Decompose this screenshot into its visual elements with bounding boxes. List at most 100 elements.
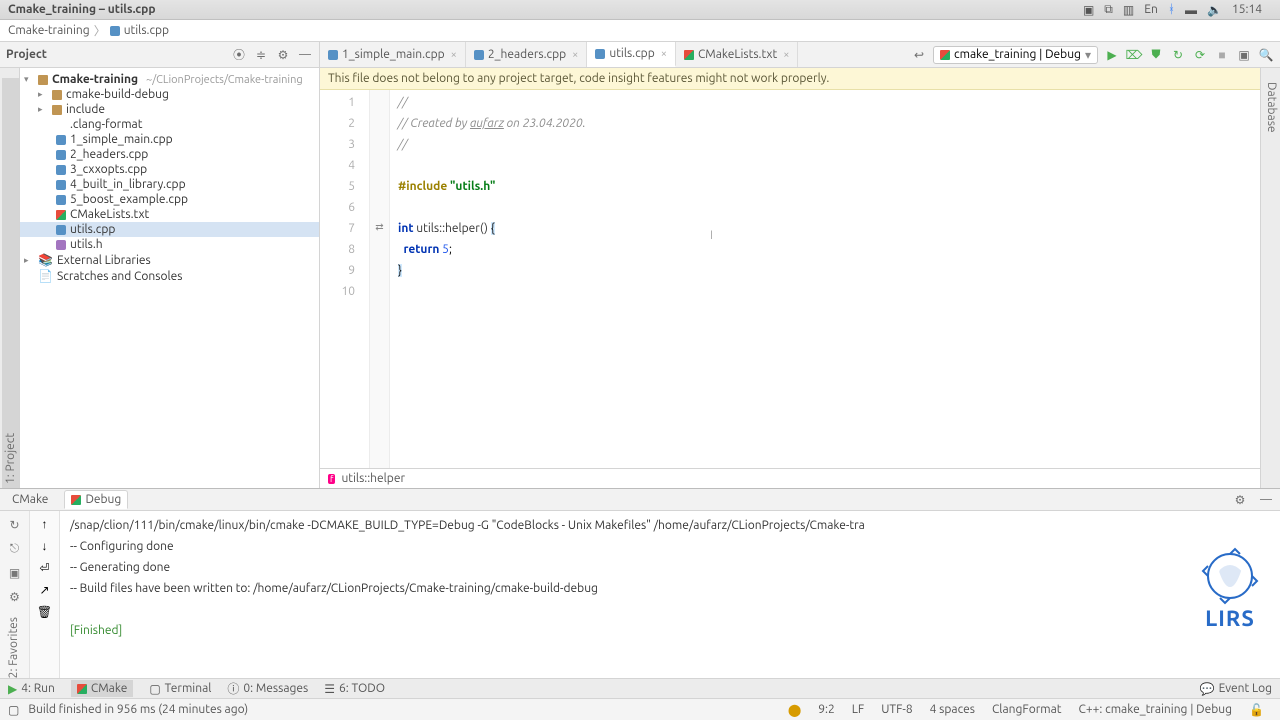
- tool-window-cmake[interactable]: CMake: [71, 680, 133, 697]
- terminal-icon: ▢: [149, 682, 160, 696]
- lock-icon[interactable]: 🔓: [1240, 703, 1272, 717]
- link-icon[interactable]: ⎋: [7, 541, 23, 557]
- run-cmake-icon[interactable]: ▣: [7, 565, 23, 581]
- chevron-down-icon: ▾: [1085, 48, 1091, 62]
- gear-icon[interactable]: ⚙: [275, 47, 291, 63]
- chart-icon[interactable]: ▥: [1123, 3, 1134, 17]
- teams-icon[interactable]: ⧉: [1104, 3, 1113, 17]
- attach-icon[interactable]: ⟳: [1192, 47, 1208, 63]
- tree-root[interactable]: ▾ Cmake-training ~/CLionProjects/Cmake-t…: [20, 72, 319, 87]
- debug-icon[interactable]: ⌦: [1126, 47, 1142, 63]
- close-icon[interactable]: ×: [572, 49, 578, 61]
- context[interactable]: C++: cmake_training | Debug: [1070, 703, 1241, 716]
- implements-icon[interactable]: ⇄: [370, 216, 389, 237]
- expand-icon[interactable]: ▸: [24, 255, 34, 266]
- expand-icon[interactable]: ▸: [38, 89, 48, 100]
- settings-icon[interactable]: ⚙: [7, 589, 23, 605]
- layout-icon[interactable]: ▣: [1236, 47, 1252, 63]
- volume-icon[interactable]: 🔈: [1207, 3, 1222, 17]
- formatter[interactable]: ClangFormat: [983, 703, 1070, 716]
- expand-icon[interactable]: ▸: [38, 104, 48, 115]
- indent-setting[interactable]: 4 spaces: [921, 703, 983, 716]
- tool-window-todo[interactable]: ☰6: TODO: [324, 682, 385, 696]
- clear-icon[interactable]: 🗑: [37, 605, 52, 619]
- tree-file-2-headers[interactable]: 2_headers.cpp: [20, 147, 319, 162]
- code-content[interactable]: // // Created by aufarz on 23.04.2020. /…: [390, 90, 1260, 468]
- close-icon[interactable]: ×: [451, 49, 457, 61]
- close-icon[interactable]: ×: [661, 48, 667, 60]
- collapse-icon[interactable]: ≑: [253, 47, 269, 63]
- tree-scratches[interactable]: 📄Scratches and Consoles: [20, 268, 319, 284]
- bottom-tab-cmake[interactable]: CMake: [6, 491, 54, 508]
- bluetooth-icon[interactable]: ᚼ: [1168, 3, 1175, 16]
- sidebar-tab-project[interactable]: 1: Project: [2, 78, 19, 488]
- status-indicator-icon[interactable]: ▢: [8, 703, 19, 717]
- target-icon[interactable]: ⦿: [231, 47, 247, 63]
- run-config-selector[interactable]: cmake_training | Debug ▾: [933, 46, 1098, 64]
- expand-icon[interactable]: ▾: [24, 74, 34, 85]
- cmake-icon: [940, 50, 950, 60]
- down-icon[interactable]: ↓: [42, 539, 48, 553]
- notifications-icon[interactable]: ⬤: [779, 703, 809, 717]
- breadcrumb-file[interactable]: utils.cpp: [124, 24, 169, 37]
- profile-icon[interactable]: ↻: [1170, 47, 1186, 63]
- function-icon: f: [328, 474, 335, 484]
- tab-utils-cpp[interactable]: utils.cpp×: [587, 42, 676, 67]
- sidebar-tab-favorites[interactable]: 2: Favorites: [0, 617, 20, 678]
- scratch-icon: 📄: [38, 269, 53, 283]
- hide-panel-icon[interactable]: —: [1258, 492, 1274, 508]
- cpp-file-icon: [56, 165, 66, 175]
- tree-file-utils-h[interactable]: utils.h: [20, 237, 319, 252]
- tree-file-3-cxxopts[interactable]: 3_cxxopts.cpp: [20, 162, 319, 177]
- stop-icon[interactable]: ■: [1214, 47, 1230, 63]
- tool-window-event-log[interactable]: 💬Event Log: [1200, 682, 1272, 696]
- editor-breadcrumb: f utils::helper: [320, 468, 1260, 488]
- tree-file-utils-cpp[interactable]: utils.cpp: [20, 222, 319, 237]
- tab-1-simple-main[interactable]: 1_simple_main.cpp×: [320, 42, 466, 67]
- close-icon[interactable]: ×: [783, 49, 789, 61]
- tree-file-5-boost[interactable]: 5_boost_example.cpp: [20, 192, 319, 207]
- bottom-tab-debug[interactable]: Debug: [64, 490, 128, 509]
- h-file-icon: [56, 240, 66, 250]
- battery-icon[interactable]: ▬: [1185, 3, 1197, 17]
- wrap-icon[interactable]: ⏎: [39, 561, 49, 575]
- tool-window-messages[interactable]: ⓘ0: Messages: [227, 680, 308, 697]
- tree-external-libs[interactable]: ▸📚External Libraries: [20, 252, 319, 268]
- hide-icon[interactable]: —: [297, 47, 313, 63]
- project-panel-title[interactable]: Project: [6, 48, 47, 61]
- info-icon: ⓘ: [227, 680, 239, 697]
- balloon-icon: 💬: [1200, 682, 1215, 696]
- tab-cmakelists[interactable]: CMakeLists.txt×: [676, 42, 798, 67]
- breadcrumb-project[interactable]: Cmake-training: [8, 24, 90, 37]
- tree-file-clang-format[interactable]: .clang-format: [20, 117, 319, 132]
- back-icon[interactable]: ↩: [911, 47, 927, 63]
- run-icon[interactable]: ▶: [1104, 47, 1120, 63]
- cpp-file-icon: [56, 225, 66, 235]
- coverage-icon[interactable]: ⛊: [1148, 47, 1164, 63]
- tab-2-headers[interactable]: 2_headers.cpp×: [466, 42, 587, 67]
- cmake-icon: [77, 684, 87, 694]
- sidebar-tab-database[interactable]: Database: [1263, 78, 1280, 488]
- export-icon[interactable]: ↗: [39, 583, 49, 597]
- tree-file-1-simple-main[interactable]: 1_simple_main.cpp: [20, 132, 319, 147]
- tool-window-run[interactable]: ▶4: Run: [8, 682, 55, 696]
- tree-folder-cmake-build-debug[interactable]: ▸cmake-build-debug: [20, 87, 319, 102]
- up-icon[interactable]: ↑: [42, 517, 48, 531]
- tool-window-terminal[interactable]: ▢Terminal: [149, 682, 211, 696]
- tree-folder-include[interactable]: ▸include: [20, 102, 319, 117]
- lang-indicator[interactable]: En: [1144, 3, 1158, 16]
- gear-icon[interactable]: ⚙: [1232, 492, 1248, 508]
- cmake-file-icon: [56, 210, 66, 220]
- code-editor[interactable]: 12345678910 ⇄ // // Created by aufarz on…: [320, 90, 1260, 468]
- cmake-output[interactable]: /snap/clion/111/bin/cmake/linux/bin/cmak…: [60, 511, 1280, 678]
- tree-file-4-builtin[interactable]: 4_built_in_library.cpp: [20, 177, 319, 192]
- todo-icon: ☰: [324, 682, 335, 696]
- tree-file-cmakelists[interactable]: CMakeLists.txt: [20, 207, 319, 222]
- line-ending[interactable]: LF: [843, 703, 872, 716]
- search-icon[interactable]: 🔍: [1258, 47, 1274, 63]
- file-encoding[interactable]: UTF-8: [872, 703, 920, 716]
- camera-icon[interactable]: ▣: [1083, 3, 1094, 17]
- library-icon: 📚: [38, 253, 53, 267]
- reload-icon[interactable]: ↻: [7, 517, 23, 533]
- cursor-position[interactable]: 9:2: [809, 703, 843, 716]
